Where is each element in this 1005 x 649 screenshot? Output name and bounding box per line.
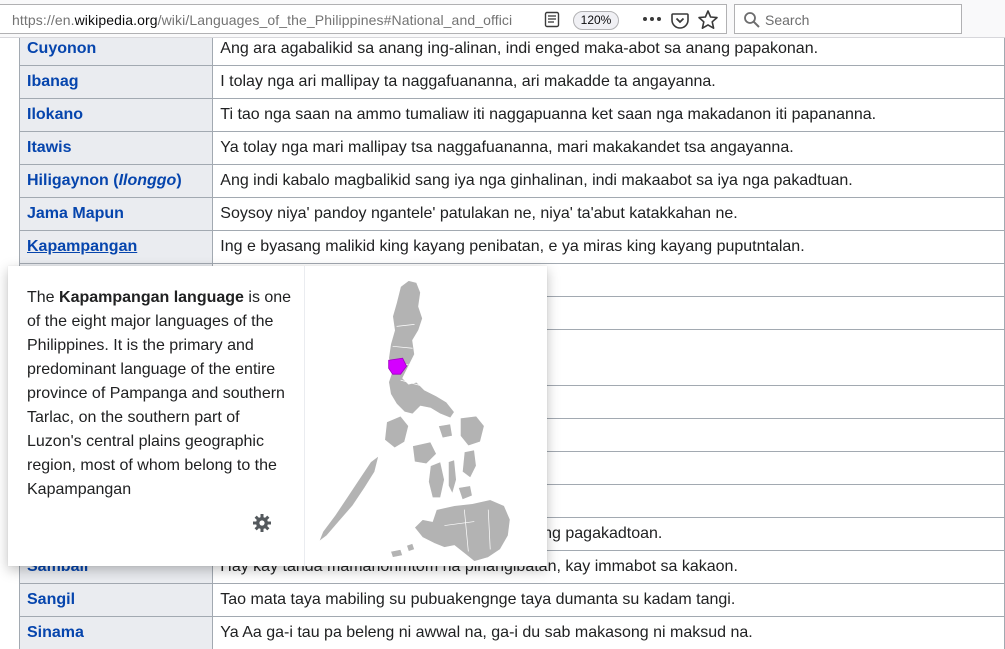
address-bar[interactable]: https://en.wikipedia.org/wiki/Languages_… xyxy=(0,4,727,34)
philippines-map-image[interactable] xyxy=(304,266,547,566)
proverb-text: Tao mata taya mabiling su pubuakengnge t… xyxy=(220,591,736,608)
proverb-cell: I tolay nga ari mallipay ta naggafuanann… xyxy=(212,65,1005,99)
link-preview-popup[interactable]: The Kapampangan language is one of the e… xyxy=(8,266,547,566)
page-content: Cuyonon Ang ara agabalikid sa anang ing-a… xyxy=(0,38,1005,649)
table-row: Jama Mapun Soysoy niya' pandoy ngantele' … xyxy=(18,197,1005,231)
proverb-cell: Tao mata taya mabiling su pubuakengnge t… xyxy=(212,583,1005,617)
table-row: Cuyonon Ang ara agabalikid sa anang ing-a… xyxy=(18,38,1005,66)
proverb-text: Ya tolay nga mari mallipay tsa naggafuan… xyxy=(220,139,794,156)
popup-fade xyxy=(188,502,298,526)
language-link[interactable]: Itawis xyxy=(18,131,214,165)
search-box[interactable]: Search xyxy=(734,4,962,34)
language-link[interactable]: Hiligaynon (Ilonggo) xyxy=(18,164,214,198)
table-row: Sangil Tao mata taya mabiling su pubuaken… xyxy=(18,583,1005,617)
proverb-text: Ya Aa ga-i tau pa beleng ni awwal na, ga… xyxy=(220,624,753,641)
popup-intro: The xyxy=(27,289,60,306)
proverb-cell: Ing e byasang malikid king kayang peniba… xyxy=(212,230,1005,264)
language-name[interactable]: Cuyonon xyxy=(27,40,96,57)
proverb-cell: Ang ara agabalikid sa anang ing-alinan, … xyxy=(212,38,1005,66)
table-row: Hiligaynon (Ilonggo) Ang indi kabalo magb… xyxy=(18,164,1005,198)
proverb-cell: Ya Aa ga-i tau pa beleng ni awwal na, ga… xyxy=(212,616,1005,649)
url-host: wikipedia.org xyxy=(74,12,158,28)
browser-toolbar: https://en.wikipedia.org/wiki/Languages_… xyxy=(0,0,1005,38)
proverb-text: Soysoy niya' pandoy ngantele' patulakan … xyxy=(220,205,738,222)
language-name[interactable]: Sangil xyxy=(27,591,75,608)
language-link[interactable]: Ilokano xyxy=(18,98,214,132)
proverb-cell: Ya tolay nga mari mallipay tsa naggafuan… xyxy=(212,131,1005,165)
proverb-text: Ang indi kabalo magbalikid sang iya nga … xyxy=(220,172,853,189)
proverb-cell: Ang indi kabalo magbalikid sang iya nga … xyxy=(212,164,1005,198)
zoom-level-badge[interactable]: 120% xyxy=(573,11,619,30)
table-row: Itawis Ya tolay nga mari mallipay tsa nag… xyxy=(18,131,1005,165)
language-name[interactable]: Jama Mapun xyxy=(27,205,124,222)
search-placeholder: Search xyxy=(765,12,810,28)
language-name[interactable]: Sinama xyxy=(27,624,84,641)
proverb-cell: Ti tao nga saan na ammo tumaliaw iti nag… xyxy=(212,98,1005,132)
language-name[interactable]: Hiligaynon ( xyxy=(27,172,119,189)
search-icon xyxy=(744,12,760,28)
pocket-icon[interactable] xyxy=(670,10,690,30)
table-row: Kapampangan Ing e byasang malikid king ka… xyxy=(18,230,1005,264)
language-name[interactable]: Ilokano xyxy=(27,106,83,123)
language-name-end: ) xyxy=(176,172,182,189)
proverb-text: Ing e byasang malikid king kayang peniba… xyxy=(220,238,805,255)
proverb-cell: Soysoy niya' pandoy ngantele' patulakan … xyxy=(212,197,1005,231)
proverb-text: I tolay nga ari mallipay ta naggafuanann… xyxy=(220,73,716,90)
bookmark-star-icon[interactable] xyxy=(697,9,719,31)
language-link[interactable]: Jama Mapun xyxy=(18,197,214,231)
language-name[interactable]: Ibanag xyxy=(27,73,79,90)
language-alt-name[interactable]: Ilonggo xyxy=(119,172,177,189)
proverb-text: Ti tao nga saan na ammo tumaliaw iti nag… xyxy=(220,106,877,123)
url-prefix: https://en. xyxy=(12,12,75,28)
language-link[interactable]: Sinama xyxy=(18,616,214,649)
popup-bold-term: Kapampangan language xyxy=(59,289,244,306)
reader-view-icon[interactable] xyxy=(544,11,560,28)
table-row: Ilokano Ti tao nga saan na ammo tumaliaw … xyxy=(18,98,1005,132)
language-link[interactable]: Sangil xyxy=(18,583,214,617)
popup-body: is one of the eight major languages of t… xyxy=(27,289,292,498)
language-link[interactable]: Kapampangan xyxy=(18,230,214,264)
table-row: Ibanag I tolay nga ari mallipay ta naggaf… xyxy=(18,65,1005,99)
url-text[interactable]: https://en.wikipedia.org/wiki/Languages_… xyxy=(12,12,512,28)
url-path: /wiki/Languages_of_the_Philippines#Natio… xyxy=(157,12,512,28)
language-link[interactable]: Ibanag xyxy=(18,65,214,99)
popup-extract[interactable]: The Kapampangan language is one of the e… xyxy=(27,286,292,526)
gear-icon[interactable] xyxy=(252,513,272,533)
table-row: Sinama Ya Aa ga-i tau pa beleng ni awwal … xyxy=(18,616,1005,649)
more-actions-icon[interactable] xyxy=(641,9,663,29)
proverb-text: Ang ara agabalikid sa anang ing-alinan, … xyxy=(220,40,819,57)
language-name[interactable]: Kapampangan xyxy=(27,238,137,255)
language-link[interactable]: Cuyonon xyxy=(18,38,214,66)
language-name[interactable]: Itawis xyxy=(27,139,71,156)
